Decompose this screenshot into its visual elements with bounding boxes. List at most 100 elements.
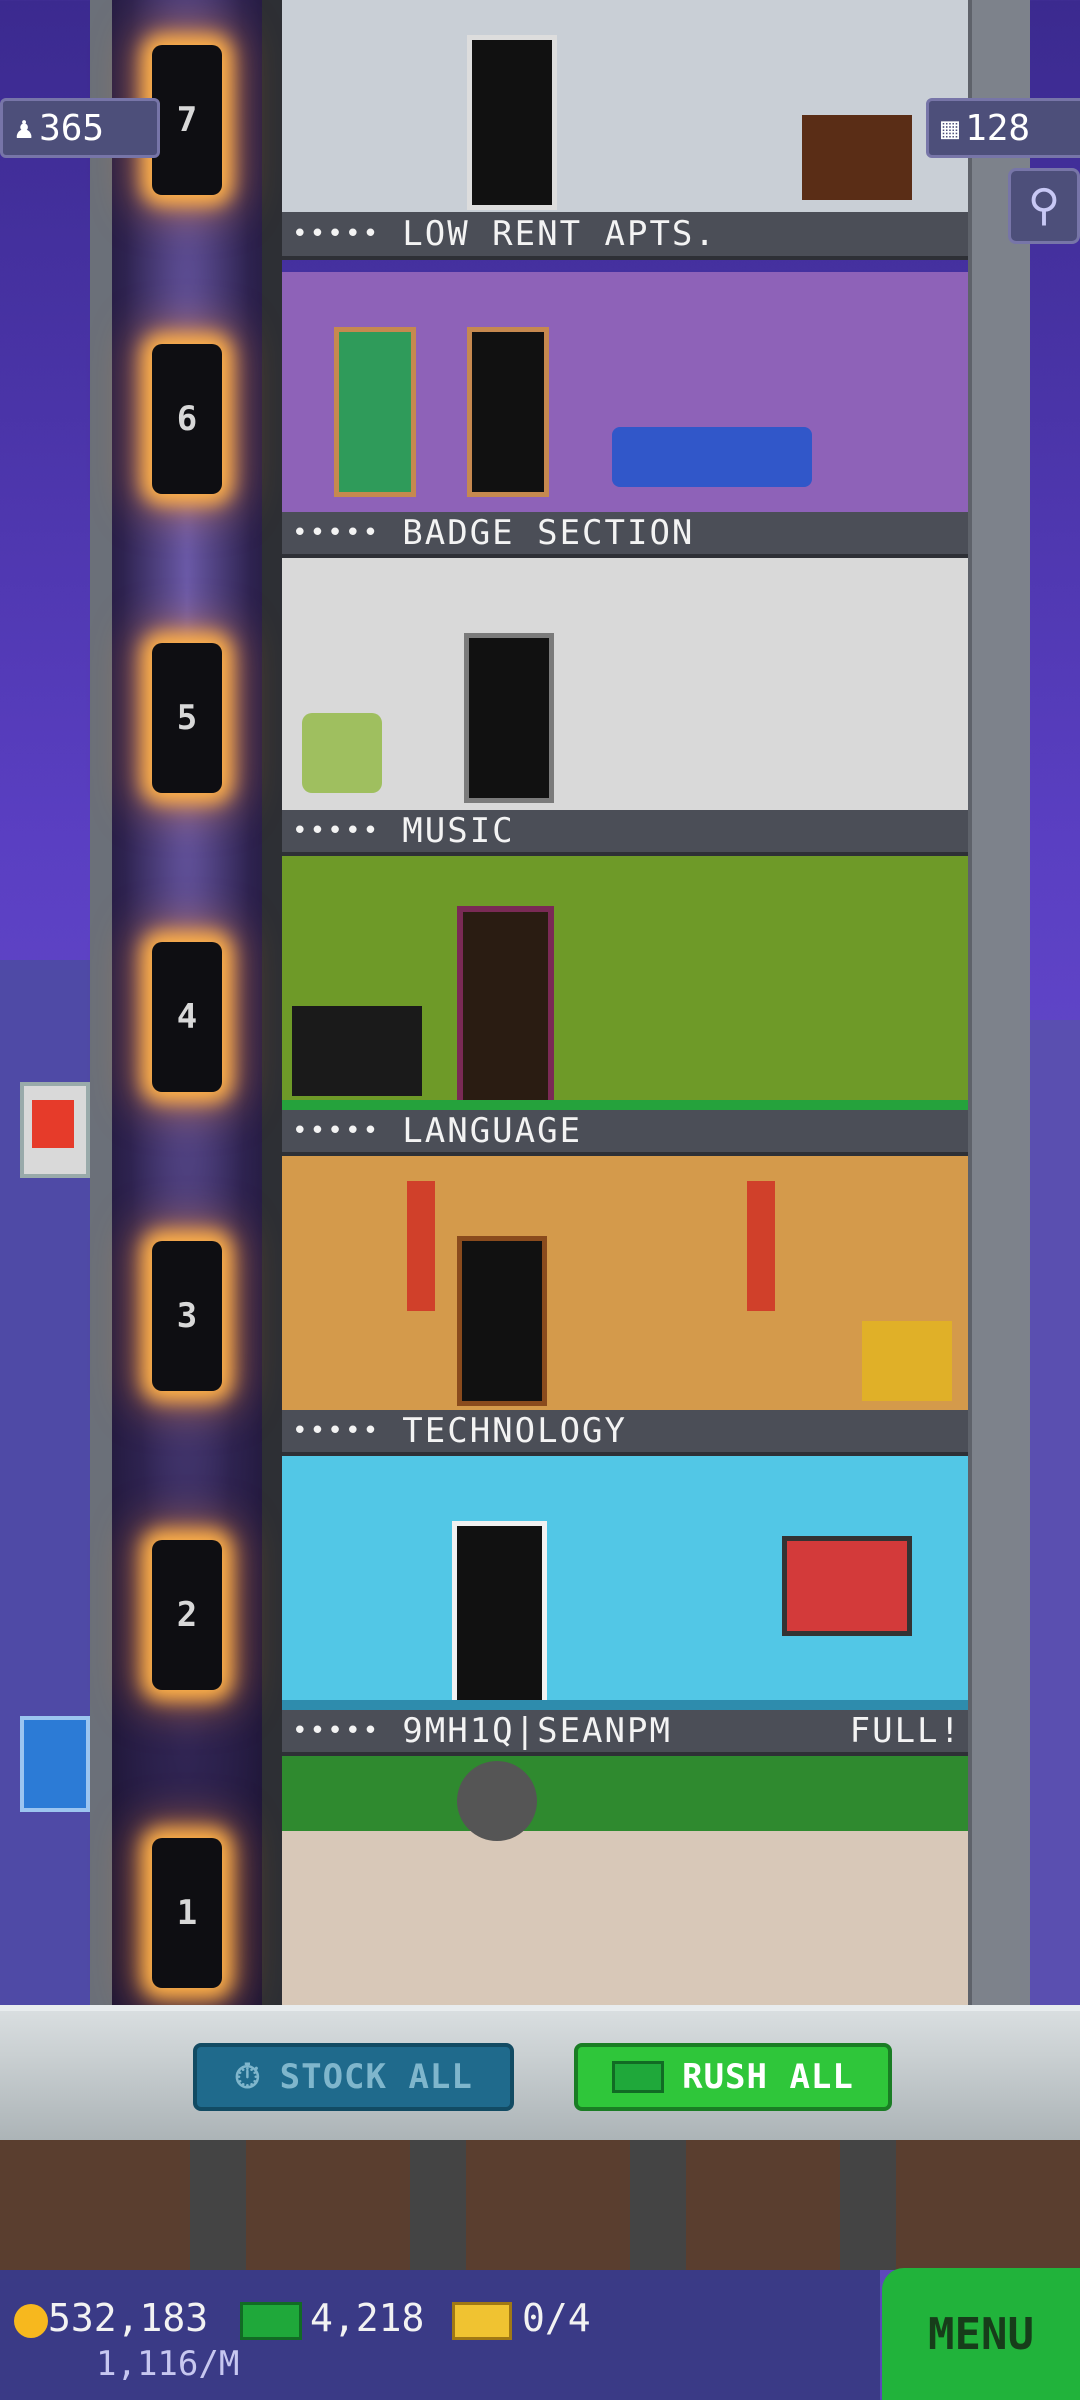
floor-number: 1 xyxy=(176,1893,198,1933)
search-icon[interactable]: ⚲ xyxy=(1008,168,1080,244)
floor-number: 2 xyxy=(176,1595,198,1635)
floor-3-label: ••••• TECHNOLOGY xyxy=(282,1410,968,1456)
floor-5-label: ••••• MUSIC xyxy=(282,810,968,856)
coins-value: 532,183 xyxy=(48,2296,209,2340)
bux-value: 4,218 xyxy=(310,2296,425,2340)
stock-all-label: STOCK ALL xyxy=(279,2057,473,2097)
screen-furniture xyxy=(782,1536,912,1636)
elevator-door-2[interactable]: 2 xyxy=(152,1540,222,1690)
floor-number: 6 xyxy=(176,399,198,439)
coin-icon xyxy=(14,2303,48,2338)
population-count: 365 xyxy=(39,107,105,149)
rating-stars: ••••• xyxy=(292,518,381,548)
elevator-door-4[interactable]: 4 xyxy=(152,942,222,1092)
bux-icon xyxy=(240,2301,302,2340)
green-door xyxy=(334,327,416,497)
fries-box xyxy=(32,1100,74,1148)
red-pillar xyxy=(747,1181,775,1311)
floor-name: LOW RENT APTS. xyxy=(402,214,717,254)
floor-number: 4 xyxy=(176,997,198,1037)
floor-7-room[interactable] xyxy=(282,0,968,212)
bux-display[interactable]: 4,218 xyxy=(240,2296,424,2340)
floor-label: ••••• MUSIC xyxy=(282,810,968,856)
elevator-door-7[interactable]: 7 xyxy=(152,45,222,195)
coin-rate: 1,116/M xyxy=(96,2344,240,2384)
floors-badge[interactable]: ▦ 128 xyxy=(926,98,1080,158)
elevator-door-1[interactable]: 1 xyxy=(152,1838,222,1988)
building-right-rail xyxy=(968,0,1030,2005)
floor-4-label: ••••• LANGUAGE xyxy=(282,1110,968,1156)
rating-stars: ••••• xyxy=(292,1416,381,1446)
tickets-value: 0/4 xyxy=(522,2296,591,2340)
rating-stars: ••••• xyxy=(292,1716,381,1746)
red-pillar xyxy=(407,1181,435,1311)
floor-label: ••••• 9MH1Q|SEANPM FULL! xyxy=(282,1710,968,1756)
floor-number: 5 xyxy=(176,698,198,738)
basement-pillar xyxy=(190,2140,246,2270)
floor-carpet xyxy=(282,1100,968,1110)
floor-6-label: ••••• BADGE SECTION xyxy=(282,512,968,558)
rating-stars: ••••• xyxy=(292,219,381,249)
floor-1[interactable] xyxy=(282,1756,968,2005)
lobby-awning xyxy=(282,1756,968,1831)
bux-icon xyxy=(612,2061,665,2093)
floor-6-room[interactable] xyxy=(282,272,968,512)
population-badge[interactable]: ♟ 365 xyxy=(0,98,160,158)
floor-name: TECHNOLOGY xyxy=(402,1411,627,1451)
room-door xyxy=(464,633,554,803)
full-status: FULL! xyxy=(849,1711,962,1751)
floor-name: BADGE SECTION xyxy=(402,513,695,553)
floor-3-room[interactable] xyxy=(282,1156,968,1410)
couch-furniture xyxy=(612,427,812,487)
shaft-wall-left xyxy=(90,0,112,2005)
lobby-room[interactable] xyxy=(282,1756,968,2005)
coins-display[interactable]: 532,183 xyxy=(14,2296,208,2340)
chat-icon[interactable] xyxy=(20,1716,90,1812)
floor-4-room[interactable] xyxy=(282,856,968,1110)
basement-pillar xyxy=(840,2140,896,2270)
basement xyxy=(0,2140,1080,2270)
floor-label: ••••• LOW RENT APTS. xyxy=(282,212,968,260)
floor-7[interactable] xyxy=(282,0,968,212)
floor-count: 128 xyxy=(965,107,1031,149)
ticket-icon xyxy=(452,2301,512,2340)
action-bar xyxy=(0,2005,1080,2146)
floor-name: 9MH1Q|SEANPM xyxy=(402,1711,672,1751)
fries-icon[interactable] xyxy=(20,1082,90,1178)
shaft-wall-right xyxy=(262,0,282,2005)
room-door xyxy=(457,1236,547,1406)
floor-7-label: ••••• LOW RENT APTS. xyxy=(282,212,968,272)
rating-stars: ••••• xyxy=(292,816,381,846)
room-door xyxy=(467,327,549,497)
floor-label: ••••• TECHNOLOGY xyxy=(282,1410,968,1456)
room-door xyxy=(457,906,554,1108)
floor-label: ••••• BADGE SECTION xyxy=(282,512,968,558)
armchair-furniture xyxy=(302,713,382,793)
floor-label: ••••• LANGUAGE xyxy=(282,1110,968,1156)
treasure-furniture xyxy=(862,1321,952,1401)
menu-label: MENU xyxy=(928,2308,1034,2360)
rating-stars: ••••• xyxy=(292,1116,381,1146)
piano-furniture xyxy=(292,1006,422,1096)
floor-5-room[interactable] xyxy=(282,558,968,810)
elevator-door-6[interactable]: 6 xyxy=(152,344,222,494)
floor-2-room[interactable] xyxy=(282,1456,968,1710)
rush-all-button[interactable]: RUSH ALL xyxy=(574,2043,892,2111)
floor-trim xyxy=(282,1700,968,1710)
elevator-door-3[interactable]: 3 xyxy=(152,1241,222,1391)
floor-2-label: ••••• 9MH1Q|SEANPM FULL! xyxy=(282,1710,968,1756)
floor-number: 3 xyxy=(176,1296,198,1336)
basement-pillar xyxy=(630,2140,686,2270)
person-icon: ♟ xyxy=(15,110,34,146)
room-door xyxy=(467,35,557,210)
tickets-display[interactable]: 0/4 xyxy=(452,2296,591,2340)
floor-name: LANGUAGE xyxy=(402,1111,583,1151)
clock-icon: ⏱ xyxy=(234,2057,262,2097)
elevator-door-5[interactable]: 5 xyxy=(152,643,222,793)
menu-button[interactable]: MENU xyxy=(882,2268,1080,2400)
stock-all-button[interactable]: ⏱ STOCK ALL xyxy=(193,2043,514,2111)
lobby-clock xyxy=(457,1761,537,1841)
tv-furniture xyxy=(802,115,912,200)
room-door xyxy=(452,1521,547,1706)
floor-name: MUSIC xyxy=(402,811,515,851)
